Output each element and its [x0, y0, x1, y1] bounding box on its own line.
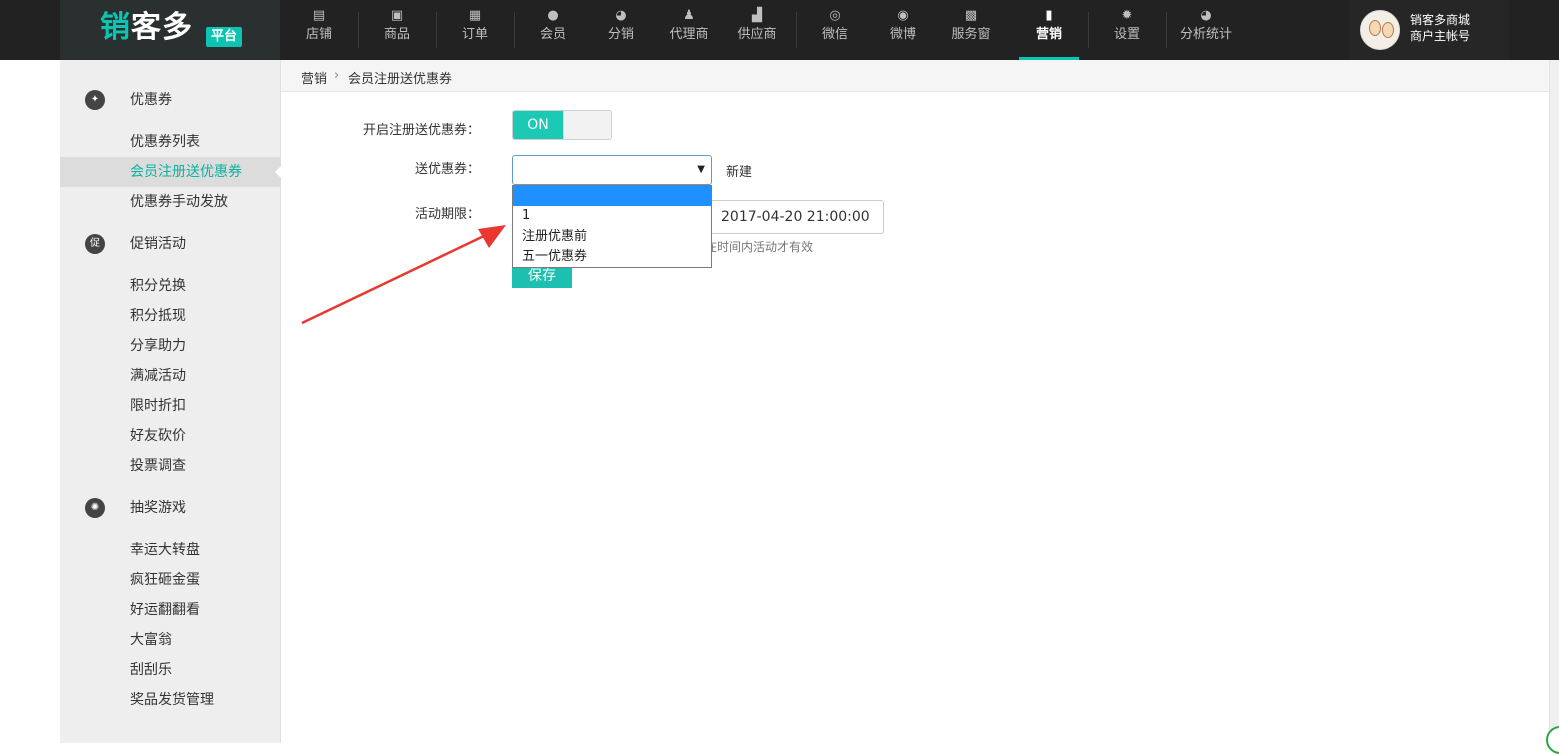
sidebar-item-scratch-card[interactable]: 刮刮乐 [60, 655, 281, 685]
sidebar: ✦ 优惠券 优惠券列表 会员注册送优惠券 优惠券手动发放 促 促销活动 积分兑换… [60, 60, 282, 743]
breadcrumb-current: 会员注册送优惠券 [348, 72, 453, 87]
store-icon: ▤ [312, 8, 326, 23]
chevron-down-icon: ▼ [697, 164, 705, 175]
user-role: 商户主帐号 [1410, 29, 1471, 43]
sidebar-item-prize-shipping[interactable]: 奖品发货管理 [60, 685, 281, 715]
nav-item-settings[interactable]: ✹ 设置 [1108, 0, 1146, 60]
sidebar-item-points-exchange[interactable]: 积分兑换 [60, 271, 281, 301]
user-icon: ● [547, 8, 559, 23]
arrow-shaft [301, 233, 487, 325]
corner-widget[interactable] [1546, 726, 1559, 754]
coupon-tag-icon: ✦ [85, 90, 105, 110]
enable-toggle[interactable]: ON [512, 110, 612, 140]
sidebar-item-full-reduction[interactable]: 满减活动 [60, 361, 281, 391]
sidebar-item-points-cash[interactable]: 积分抵现 [60, 301, 281, 331]
logo[interactable]: 销客多 平台 [60, 0, 280, 60]
nav-divider [358, 12, 359, 48]
sidebar-item-flip-cards[interactable]: 好运翻翻看 [60, 595, 281, 625]
period-hint: 在时间内活动才有效 [705, 240, 814, 254]
nav-divider [1166, 12, 1167, 48]
sidebar-item-friend-bargain[interactable]: 好友砍价 [60, 421, 281, 451]
sidebar-item-monopoly[interactable]: 大富翁 [60, 625, 281, 655]
promotion-icon: 促 [85, 234, 105, 254]
dropdown-option[interactable] [513, 186, 711, 206]
nav-item-suppliers[interactable]: ▟ 供应商 [731, 0, 783, 60]
nav-divider [436, 12, 437, 48]
gear-icon: ✹ [1121, 8, 1133, 23]
bar-chart-icon: ▮ [1045, 8, 1053, 23]
top-navigation-bar: 销客多 平台 ▤ 店铺 ▣ 商品 ▦ 订单 ● 会员 ◕ 分销 ♟ 代理商 ▟ 供应商 ◎ 微信… [0, 0, 1559, 60]
nav-item-agents[interactable]: ♟ 代理商 [663, 0, 715, 60]
sidebar-item-manual-coupon[interactable]: 优惠券手动发放 [60, 187, 281, 217]
nav-item-distribution[interactable]: ◕ 分销 [602, 0, 640, 60]
breadcrumb-separator: › [334, 68, 340, 83]
dropdown-option[interactable]: 注册优惠前 [513, 227, 711, 247]
nav-divider [1088, 12, 1089, 48]
toggle-knob [563, 111, 611, 139]
sidebar-group-title: 促销活动 [130, 236, 186, 252]
nav-item-products[interactable]: ▣ 商品 [378, 0, 416, 60]
sidebar-item-coupon-list[interactable]: 优惠券列表 [60, 127, 281, 157]
sidebar-group-title: 优惠券 [130, 92, 172, 108]
sidebar-item-share-boost[interactable]: 分享助力 [60, 331, 281, 361]
toggle-on-label: ON [513, 111, 563, 139]
sidebar-group-coupons[interactable]: ✦ 优惠券 [60, 88, 281, 112]
nav-item-members[interactable]: ● 会员 [534, 0, 572, 60]
user-name: 销客多商城 [1410, 13, 1471, 27]
sidebar-group-lottery[interactable]: ✺ 抽奖游戏 [60, 496, 281, 520]
weibo-icon: ◉ [897, 8, 909, 23]
nav-divider [514, 12, 515, 48]
sidebar-item-vote-survey[interactable]: 投票调查 [60, 451, 281, 481]
dropdown-option[interactable]: 五一优惠券 [513, 247, 711, 267]
shopping-bag-icon: ▣ [390, 8, 404, 23]
enable-label: 开启注册送优惠券： [362, 123, 480, 138]
sidebar-item-golden-egg[interactable]: 疯狂砸金蛋 [60, 565, 281, 595]
nav-item-store[interactable]: ▤ 店铺 [300, 0, 338, 60]
nav-item-orders[interactable]: ▦ 订单 [456, 0, 494, 60]
sidebar-group-title: 抽奖游戏 [130, 500, 186, 516]
coupon-label: 送优惠券： [414, 162, 480, 177]
agent-icon: ♟ [683, 8, 695, 23]
wechat-icon: ◎ [829, 8, 841, 23]
sidebar-item-lucky-wheel[interactable]: 幸运大转盘 [60, 535, 281, 565]
logo-text: 销客多 [100, 10, 193, 45]
alipay-icon: ▩ [964, 8, 978, 23]
nav-item-service-window[interactable]: ▩ 服务窗 [945, 0, 997, 60]
sidebar-group-promotions[interactable]: 促 促销活动 [60, 232, 281, 256]
user-menu[interactable]: 销客多商城 商户主帐号 [1349, 0, 1509, 60]
end-date-input[interactable]: 2017-04-20 21:00:00 [708, 200, 884, 234]
supplier-icon: ▟ [752, 8, 762, 23]
analytics-pie-icon: ◕ [1200, 8, 1212, 23]
breadcrumb-parent[interactable]: 营销 [301, 68, 327, 87]
nav-divider [796, 12, 797, 48]
logo-badge: 平台 [206, 27, 242, 47]
nav-item-weibo[interactable]: ◉ 微博 [884, 0, 922, 60]
nav-item-marketing[interactable]: ▮ 营销 [1019, 0, 1079, 60]
new-coupon-link[interactable]: 新建 [726, 161, 752, 180]
dropdown-option[interactable]: 1 [513, 206, 711, 226]
sidebar-item-register-coupon[interactable]: 会员注册送优惠券 [60, 157, 282, 187]
coupon-dropdown-list: 1 注册优惠前 五一优惠券 [512, 185, 712, 268]
coupon-select[interactable]: ▼ [512, 155, 712, 185]
nav-item-analytics[interactable]: ◕ 分析统计 [1176, 0, 1236, 60]
scrollbar[interactable] [1549, 60, 1559, 743]
avatar[interactable] [1360, 10, 1400, 50]
document-icon: ▦ [468, 8, 482, 23]
annotation-arrow [301, 225, 506, 325]
lottery-wheel-icon: ✺ [85, 498, 105, 518]
pie-chart-icon: ◕ [615, 8, 627, 23]
breadcrumb: 营销 › 会员注册送优惠券 [281, 60, 1559, 92]
nav-item-wechat[interactable]: ◎ 微信 [816, 0, 854, 60]
sidebar-item-flash-discount[interactable]: 限时折扣 [60, 391, 281, 421]
